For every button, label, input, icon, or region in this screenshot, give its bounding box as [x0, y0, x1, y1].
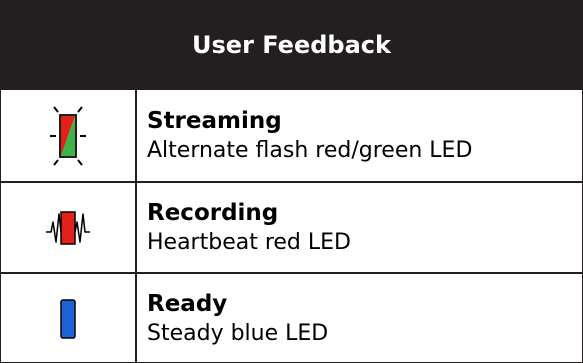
- row-title: Streaming: [147, 107, 282, 134]
- table-header: User Feedback: [1, 1, 582, 88]
- row-description: Alternate flash red/green LED: [147, 137, 473, 163]
- table-row-recording: Recording Heartbeat red LED: [1, 181, 582, 272]
- heartbeat-red-led-icon: [46, 210, 90, 245]
- flashing-red-green-led-icon: [50, 105, 86, 166]
- steady-blue-led-icon: [60, 298, 76, 339]
- icon-cell: [1, 90, 137, 181]
- text-cell: Recording Heartbeat red LED: [147, 183, 582, 272]
- text-cell: Ready Steady blue LED: [147, 274, 582, 363]
- user-feedback-table: User Feedback Streaming Alternate flash …: [0, 0, 583, 363]
- icon-cell: [1, 183, 137, 272]
- row-description: Steady blue LED: [147, 320, 329, 346]
- row-title: Recording: [147, 199, 279, 226]
- row-title: Ready: [147, 290, 228, 317]
- text-cell: Streaming Alternate flash red/green LED: [147, 90, 582, 181]
- table-row-ready: Ready Steady blue LED: [1, 272, 582, 363]
- table-title: User Feedback: [192, 30, 391, 59]
- table-row-streaming: Streaming Alternate flash red/green LED: [1, 88, 582, 181]
- icon-cell: [1, 274, 137, 363]
- row-description: Heartbeat red LED: [147, 229, 351, 255]
